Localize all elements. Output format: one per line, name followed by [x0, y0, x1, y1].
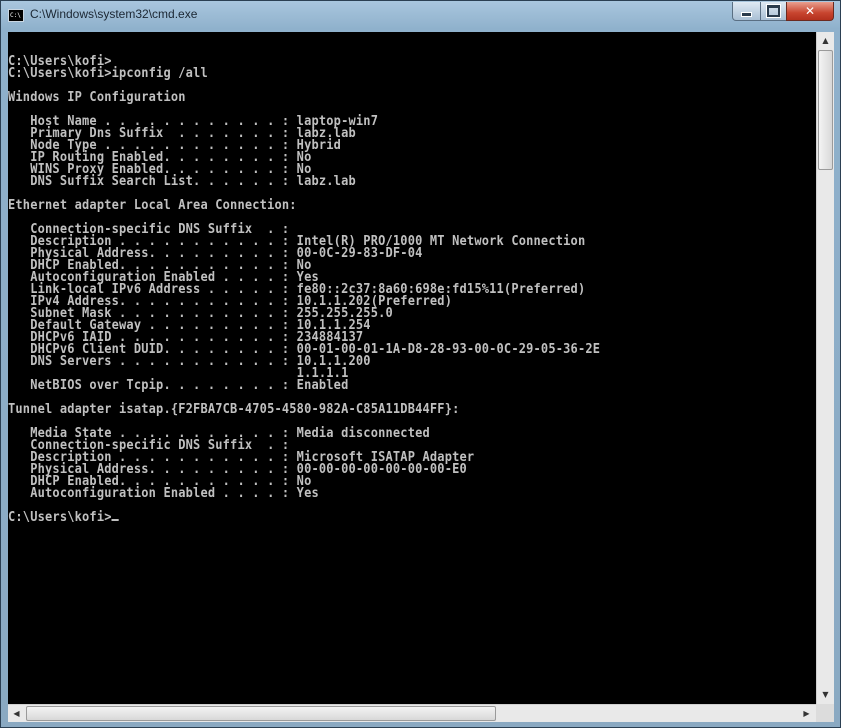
vertical-scrollbar[interactable]: ▲ ▼	[816, 32, 834, 704]
console-text: C:\Users\kofi> C:\Users\kofi>ipconfig /al…	[8, 32, 735, 524]
scrollbar-corner	[816, 704, 834, 722]
console-line: Ethernet adapter Local Area Connection:	[8, 198, 297, 213]
text-cursor	[111, 519, 119, 521]
scroll-down-icon[interactable]: ▼	[817, 686, 834, 703]
console-prompt: C:\Users\kofi>	[8, 510, 112, 525]
close-button[interactable]: ✕	[786, 2, 834, 21]
cmd-window: C:\ C:\Windows\system32\cmd.exe ✕ C:\Use…	[0, 0, 841, 728]
console-line: NetBIOS over Tcpip. . . . . . . . : Enab…	[8, 378, 349, 393]
scroll-right-icon[interactable]: ▶	[798, 705, 815, 722]
console-line: C:\Users\kofi>ipconfig /all	[8, 66, 208, 81]
scroll-up-icon[interactable]: ▲	[817, 32, 834, 49]
scroll-left-icon[interactable]: ◀	[8, 705, 25, 722]
close-icon: ✕	[804, 4, 816, 18]
window-title: C:\Windows\system32\cmd.exe	[30, 7, 198, 21]
console-prompt-line[interactable]: C:\Users\kofi>	[8, 510, 735, 525]
vertical-scroll-thumb[interactable]	[818, 50, 833, 170]
console-output[interactable]: C:\Users\kofi> C:\Users\kofi>ipconfig /al…	[8, 32, 816, 704]
console-line: Autoconfiguration Enabled . . . . : Yes	[8, 486, 319, 501]
horizontal-scrollbar[interactable]: ◀ ▶	[8, 704, 816, 722]
minimize-button[interactable]	[732, 2, 761, 21]
minimize-icon	[741, 11, 752, 17]
console-line: Windows IP Configuration	[8, 90, 186, 105]
cmd-app-icon[interactable]: C:\	[8, 9, 24, 22]
title-bar[interactable]: C:\ C:\Windows\system32\cmd.exe ✕	[1, 1, 840, 29]
console-client-area: C:\Users\kofi> C:\Users\kofi>ipconfig /al…	[8, 32, 834, 722]
console-line: Tunnel adapter isatap.{F2FBA7CB-4705-458…	[8, 402, 460, 417]
maximize-icon	[766, 4, 781, 18]
console-line: DNS Suffix Search List. . . . . . : labz…	[8, 174, 356, 189]
maximize-button[interactable]	[760, 2, 787, 21]
horizontal-scroll-thumb[interactable]	[26, 706, 496, 721]
